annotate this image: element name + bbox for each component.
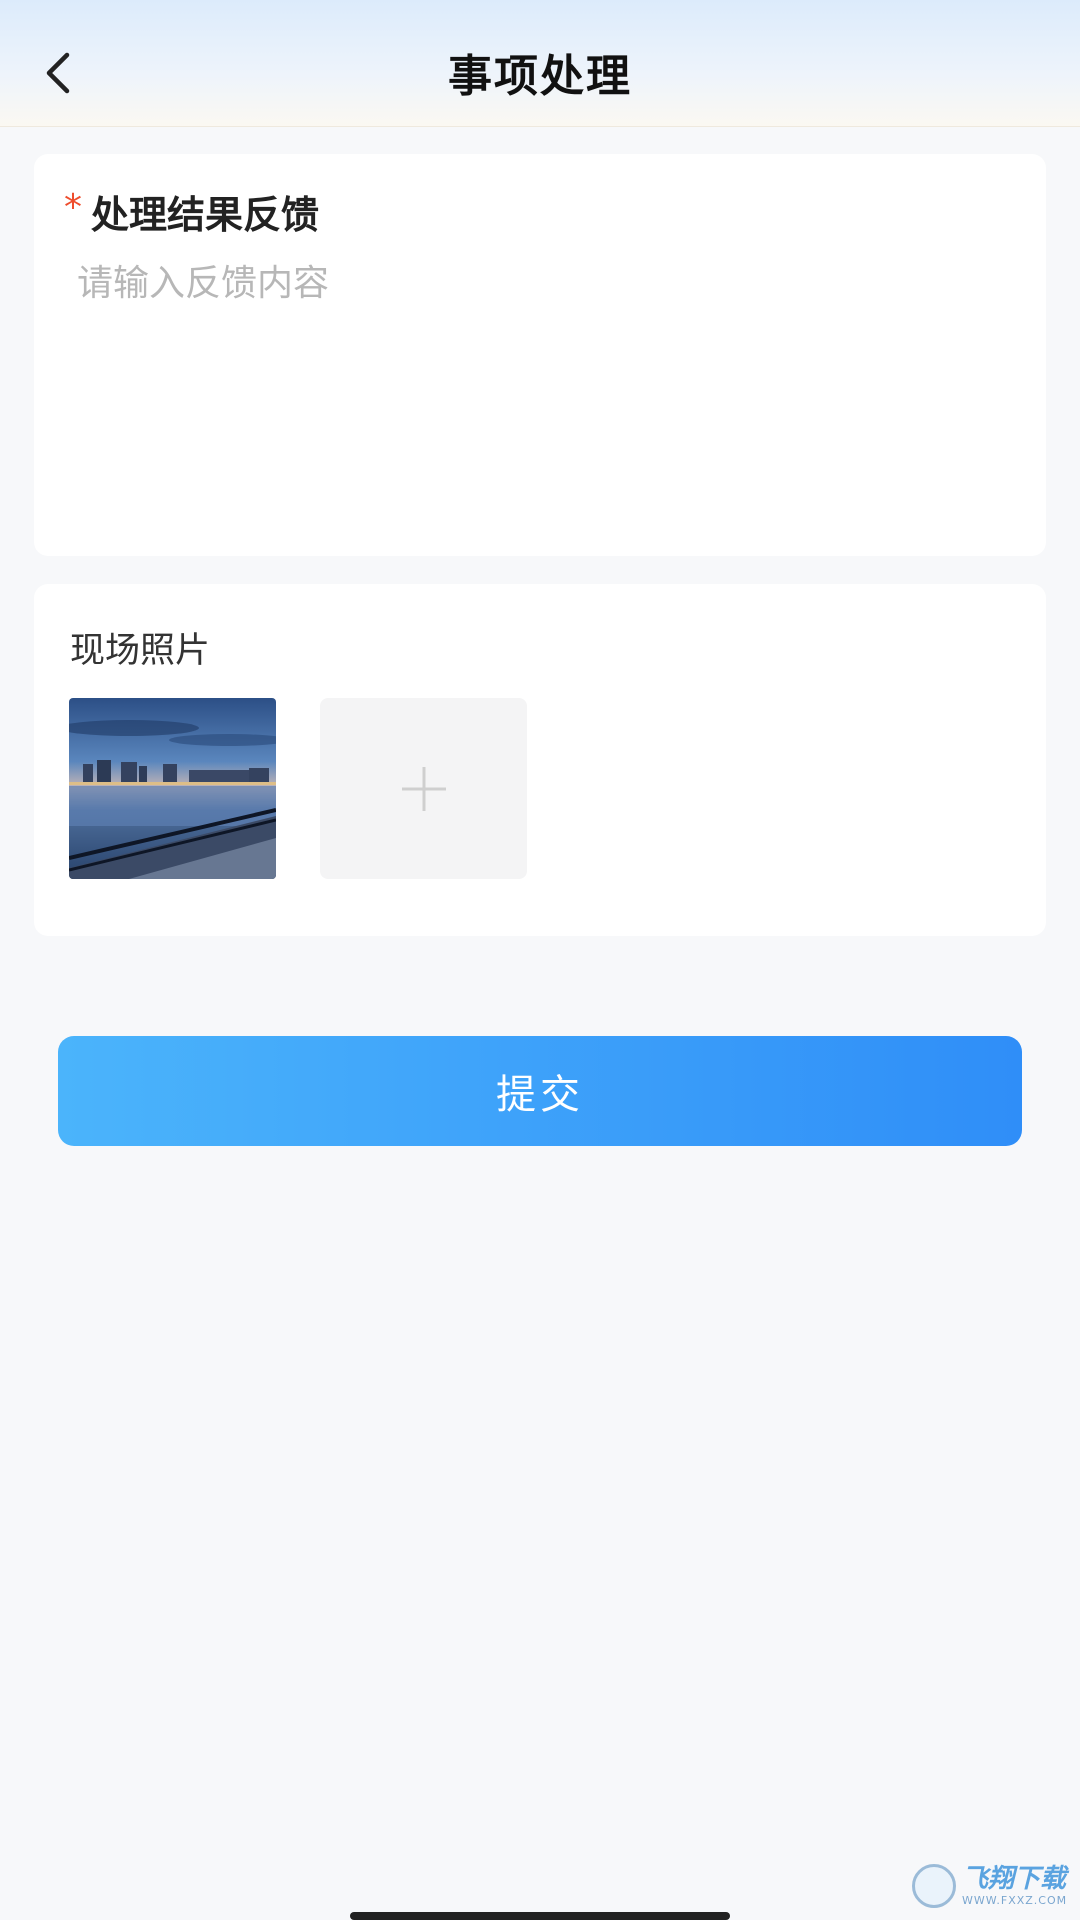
watermark: 飞翔下载 WWW.FXXZ.COM xyxy=(912,1858,1072,1914)
watermark-logo-icon xyxy=(912,1864,956,1908)
feedback-label: 处理结果反馈 xyxy=(91,193,320,237)
page-title: 事项处理 xyxy=(448,51,632,102)
watermark-name: 飞翔下载 xyxy=(962,1864,1067,1894)
photos-card: 现场照片 xyxy=(34,584,1046,936)
feedback-card: * 处理结果反馈 xyxy=(34,154,1046,556)
submit-button[interactable]: 提交 xyxy=(58,1036,1022,1146)
feedback-input[interactable] xyxy=(77,254,1007,524)
required-mark: * xyxy=(64,187,82,228)
plus-icon xyxy=(401,766,446,811)
site-photo-thumbnail[interactable] xyxy=(69,698,276,879)
watermark-url: WWW.FXXZ.COM xyxy=(962,1894,1068,1907)
add-photo-button[interactable] xyxy=(320,698,527,879)
home-indicator xyxy=(350,1912,730,1920)
header-bar: 事项处理 xyxy=(0,0,1080,127)
site-photo-image xyxy=(69,698,276,879)
photos-label: 现场照片 xyxy=(70,631,211,671)
